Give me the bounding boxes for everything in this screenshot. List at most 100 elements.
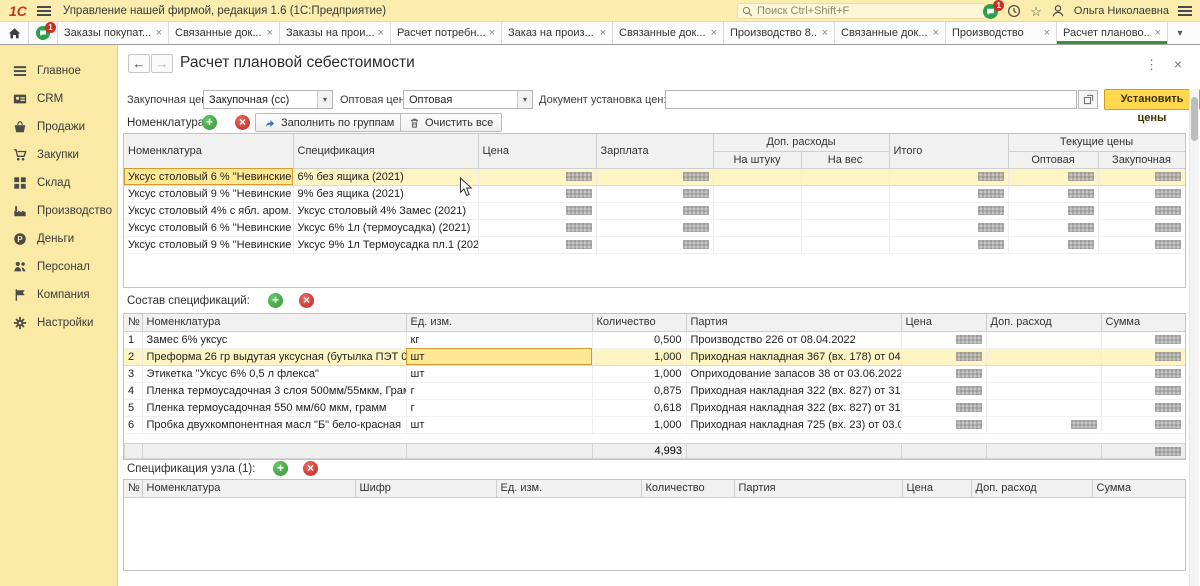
sum-cell[interactable] — [1101, 331, 1185, 348]
more-menu-icon[interactable]: ⋮ — [1145, 57, 1158, 73]
add-row-icon[interactable]: + — [202, 115, 217, 130]
price-cell[interactable] — [478, 202, 596, 219]
total-cell[interactable] — [889, 236, 1008, 253]
column-header[interactable]: № — [124, 480, 142, 497]
price-cell[interactable] — [901, 348, 986, 365]
batch-cell[interactable]: Приходная накладная 367 (вх. 178) от 04.… — [686, 348, 901, 365]
per-weight-cell[interactable] — [801, 236, 889, 253]
nomenclature-cell[interactable]: Уксус столовый 6 % "Невинские Уксусы" ..… — [124, 219, 293, 236]
purchase-cell[interactable] — [1098, 185, 1185, 202]
history-icon[interactable] — [1007, 4, 1021, 18]
spec-composition-row[interactable]: 3Этикетка "Уксус 6% 0,5 л флекса"шт1,000… — [124, 365, 1185, 382]
batch-cell[interactable]: Оприходование запасов 38 от 03.06.2022 — [686, 365, 901, 382]
quantity-cell[interactable]: 0,618 — [592, 399, 686, 416]
chevron-down-icon[interactable]: ▾ — [317, 91, 332, 108]
total-cell[interactable] — [889, 185, 1008, 202]
quantity-cell[interactable]: 1,000 — [592, 416, 686, 433]
unit-cell[interactable]: г — [406, 399, 592, 416]
quantity-cell[interactable]: 0,500 — [592, 331, 686, 348]
price-cell[interactable] — [901, 382, 986, 399]
tab-10[interactable]: Расчет планово...× — [1057, 22, 1168, 44]
nomenclature-cell[interactable]: Замес 6% уксус — [142, 331, 406, 348]
tab-close-icon[interactable]: × — [933, 27, 939, 39]
forward-button[interactable]: → — [151, 54, 173, 73]
tab-close-icon[interactable]: × — [711, 27, 717, 39]
sidebar-item-sales[interactable]: Продажи — [0, 113, 117, 141]
tab-7[interactable]: Производство 8...× — [724, 22, 835, 44]
close-form-icon[interactable]: × — [1174, 56, 1182, 72]
spec-composition-row[interactable]: 2Преформа 26 гр выдутая уксусная (бутылк… — [124, 348, 1185, 365]
salary-cell[interactable] — [596, 202, 713, 219]
col-salary[interactable]: Зарплата — [596, 134, 713, 168]
tab-close-icon[interactable]: × — [489, 27, 495, 39]
unit-cell[interactable]: шт — [406, 348, 592, 365]
column-header[interactable]: Количество — [641, 480, 734, 497]
nomenclature-cell[interactable]: Пленка термоусадочная 550 мм/60 мкм, гра… — [142, 399, 406, 416]
salary-cell[interactable] — [596, 236, 713, 253]
row-number-cell[interactable]: 4 — [124, 382, 142, 399]
tab-2[interactable]: Связанные док...× — [169, 22, 280, 44]
sidebar-item-purchases[interactable]: Закупки — [0, 141, 117, 169]
spec-composition-row[interactable]: 6Пробка двухкомпонентная масл "Б" бело-к… — [124, 416, 1185, 433]
wholesale-price-select[interactable]: Оптовая ▾ — [403, 90, 533, 109]
tab-close-icon[interactable]: × — [600, 27, 606, 39]
column-header[interactable]: Партия — [686, 314, 901, 331]
spec-composition-row[interactable]: 1Замес 6% уксускг0,500Производство 226 о… — [124, 331, 1185, 348]
nomenclature-cell[interactable]: Уксус столовый 9 % "Невинские Уксусы" ..… — [124, 185, 293, 202]
specification-cell[interactable]: Уксус 9% 1л Термоусадка пл.1 (2022) — [293, 236, 478, 253]
extra-cost-cell[interactable] — [986, 416, 1101, 433]
back-button[interactable]: ← — [128, 54, 150, 73]
column-header[interactable]: Количество — [592, 314, 686, 331]
unit-cell[interactable]: шт — [406, 416, 592, 433]
add-row-icon[interactable]: + — [268, 293, 283, 308]
scrollbar-thumb[interactable] — [1191, 97, 1198, 141]
specification-cell[interactable]: 6% без ящика (2021) — [293, 168, 478, 185]
salary-cell[interactable] — [596, 185, 713, 202]
tab-close-icon[interactable]: × — [378, 27, 384, 39]
sum-cell[interactable] — [1101, 399, 1185, 416]
per-weight-cell[interactable] — [801, 168, 889, 185]
nomenclature-row[interactable]: Уксус столовый 6 % "Невинские Уксусы" ..… — [124, 219, 1185, 236]
wholesale-cell[interactable] — [1008, 168, 1098, 185]
service-menu-icon[interactable] — [1178, 6, 1192, 16]
column-header[interactable]: Шифр — [355, 480, 496, 497]
column-header[interactable]: № — [124, 314, 142, 331]
unit-cell[interactable]: кг — [406, 331, 592, 348]
salary-cell[interactable] — [596, 168, 713, 185]
nomenclature-cell[interactable]: Этикетка "Уксус 6% 0,5 л флекса" — [142, 365, 406, 382]
per-item-cell[interactable] — [713, 168, 801, 185]
column-header[interactable]: Номенклатура — [142, 480, 355, 497]
unit-cell[interactable]: шт — [406, 365, 592, 382]
tab-6[interactable]: Связанные док...× — [613, 22, 724, 44]
row-number-cell[interactable]: 5 — [124, 399, 142, 416]
col-total[interactable]: Итого — [889, 134, 1008, 168]
column-header[interactable]: Цена — [902, 480, 971, 497]
wholesale-cell[interactable] — [1008, 236, 1098, 253]
per-item-cell[interactable] — [713, 185, 801, 202]
per-weight-cell[interactable] — [801, 185, 889, 202]
tab-5[interactable]: Заказ на произ...× — [502, 22, 613, 44]
sum-cell[interactable] — [1101, 382, 1185, 399]
column-header[interactable]: Сумма — [1092, 480, 1185, 497]
column-header[interactable]: Доп. расход — [986, 314, 1101, 331]
tab-close-icon[interactable]: × — [267, 27, 273, 39]
delete-row-icon[interactable]: × — [299, 293, 314, 308]
price-cell[interactable] — [478, 219, 596, 236]
vertical-scrollbar[interactable] — [1189, 89, 1199, 586]
quantity-cell[interactable]: 0,875 — [592, 382, 686, 399]
row-number-cell[interactable]: 2 — [124, 348, 142, 365]
price-cell[interactable] — [901, 399, 986, 416]
sidebar-item-settings[interactable]: Настройки — [0, 309, 117, 337]
nomenclature-cell[interactable]: Пробка двухкомпонентная масл "Б" бело-кр… — [142, 416, 406, 433]
col-purchase[interactable]: Закупочная — [1098, 151, 1185, 168]
price-cell[interactable] — [901, 331, 986, 348]
price-cell[interactable] — [901, 365, 986, 382]
tab-close-icon[interactable]: × — [1044, 27, 1050, 39]
tab-8[interactable]: Связанные док...× — [835, 22, 946, 44]
tab-9[interactable]: Производство× — [946, 22, 1057, 44]
per-item-cell[interactable] — [713, 202, 801, 219]
sum-cell[interactable] — [1101, 365, 1185, 382]
sidebar-item-money[interactable]: РДеньги — [0, 225, 117, 253]
sidebar-item-production[interactable]: Производство — [0, 197, 117, 225]
purchase-price-select[interactable]: Закупочная (сс) ▾ — [203, 90, 333, 109]
